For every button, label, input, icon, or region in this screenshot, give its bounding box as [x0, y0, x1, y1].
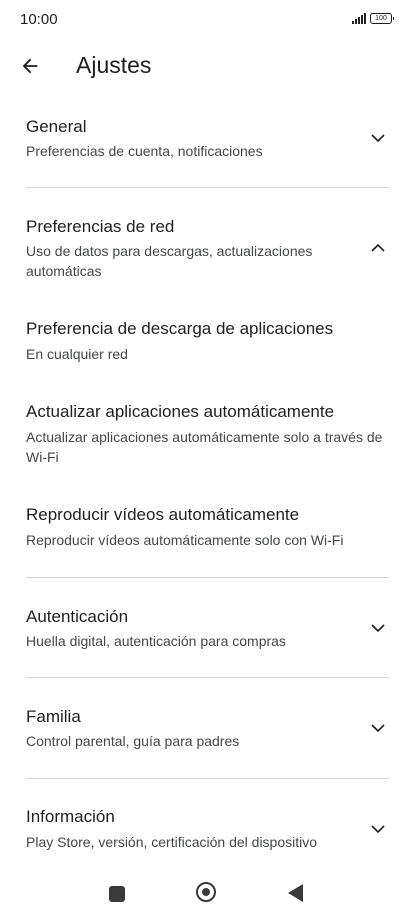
section-network-title: Preferencias de red — [26, 217, 175, 236]
status-icons: 100 — [352, 13, 394, 24]
section-family-title: Familia — [26, 707, 81, 726]
section-network[interactable]: Preferencias de red Uso de datos para de… — [0, 200, 414, 290]
back-icon[interactable] — [288, 884, 303, 902]
setting-title: Actualizar aplicaciones automáticamente — [26, 402, 335, 421]
setting-subtitle: En cualquier red — [26, 346, 128, 362]
back-button[interactable] — [14, 50, 46, 82]
setting-subtitle: Reproducir vídeos automáticamente solo c… — [26, 532, 344, 548]
section-info[interactable]: Información Play Store, versión, certifi… — [0, 790, 414, 870]
app-bar: Ajustes — [0, 44, 414, 88]
arrow-back-icon — [22, 58, 38, 74]
section-general[interactable]: General Preferencias de cuenta, notifica… — [0, 100, 414, 185]
section-general-subtitle: Preferencias de cuenta, notificaciones — [26, 143, 263, 159]
chevron-down-icon[interactable] — [366, 817, 390, 841]
divider — [26, 577, 389, 578]
setting-auto-update[interactable]: Actualizar aplicaciones automáticamente … — [0, 385, 414, 475]
section-auth[interactable]: Autenticación Huella digital, autenticac… — [0, 590, 414, 675]
home-icon[interactable] — [196, 882, 216, 902]
section-family-subtitle: Control parental, guía para padres — [26, 733, 240, 749]
section-auth-title: Autenticación — [26, 607, 129, 626]
setting-title: Preferencia de descarga de aplicaciones — [26, 319, 334, 338]
chevron-down-icon[interactable] — [366, 716, 390, 740]
status-bar: 10:00 100 — [0, 0, 414, 40]
setting-autoplay-videos[interactable]: Reproducir vídeos automáticamente Reprod… — [0, 488, 414, 563]
section-family[interactable]: Familia Control parental, guía para padr… — [0, 690, 414, 775]
status-time: 10:00 — [20, 11, 58, 28]
setting-title: Reproducir vídeos automáticamente — [26, 505, 300, 524]
signal-icon — [352, 13, 366, 24]
section-auth-subtitle: Huella digital, autenticación para compr… — [26, 633, 286, 649]
divider — [26, 187, 389, 188]
chevron-down-icon[interactable] — [366, 616, 390, 640]
section-info-title: Información — [26, 807, 115, 826]
divider — [26, 677, 389, 678]
setting-download-preference[interactable]: Preferencia de descarga de aplicaciones … — [0, 302, 414, 372]
divider — [26, 778, 389, 779]
battery-icon: 100 — [370, 13, 394, 24]
recents-icon[interactable] — [109, 886, 125, 902]
setting-subtitle: Actualizar aplicaciones automáticamente … — [26, 429, 383, 465]
chevron-up-icon[interactable] — [366, 236, 390, 260]
section-network-subtitle: Uso de datos para descargas, actualizaci… — [26, 243, 313, 279]
page-title: Ajustes — [76, 52, 152, 78]
chevron-down-icon[interactable] — [366, 126, 390, 150]
section-info-subtitle: Play Store, versión, certificación del d… — [26, 834, 318, 850]
section-general-title: General — [26, 117, 87, 136]
system-nav-bar — [0, 870, 414, 920]
